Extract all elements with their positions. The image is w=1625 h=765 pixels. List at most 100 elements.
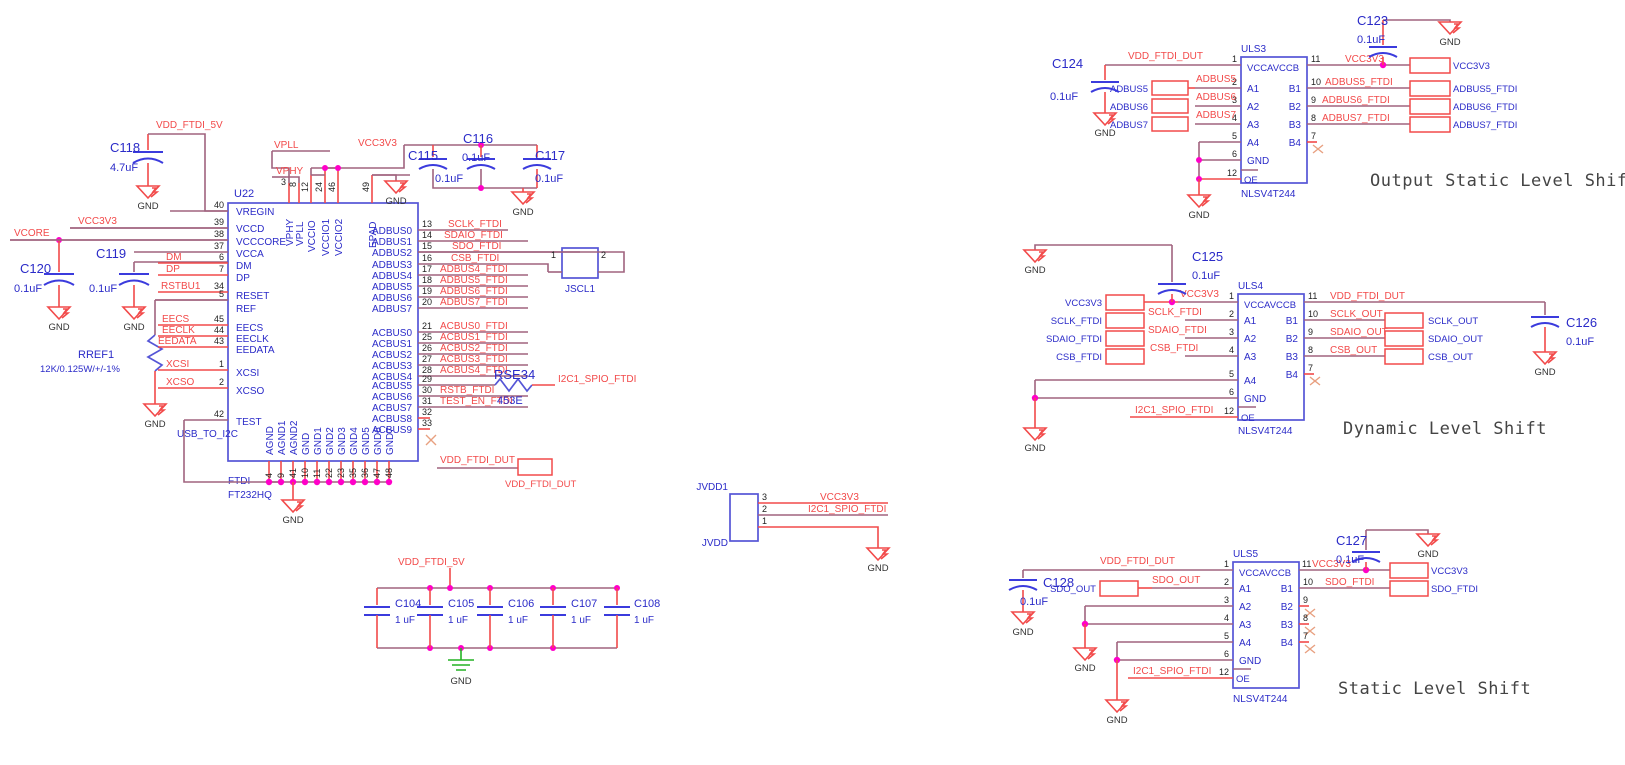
uls4-part: NLSV4T244 (1238, 426, 1293, 437)
pin-num: 29 (422, 374, 432, 384)
pin-name: GND5 (361, 427, 372, 455)
pin-num: 12 (1224, 406, 1234, 416)
pin-num: 4 (264, 473, 274, 478)
pin-num: 11 (1311, 54, 1320, 64)
pin-num: 7 (1311, 131, 1316, 141)
gnd-label: GND (512, 207, 533, 218)
net-label: VDD_FTDI_DUT (1100, 556, 1175, 567)
jvdd1-ref: JVDD1 (696, 482, 728, 493)
no-connect-icon (425, 434, 437, 446)
pin-num: 15 (422, 241, 432, 251)
no-connect-icon (1309, 376, 1321, 386)
net-label: ACBUS2_FTDI (440, 343, 508, 354)
pin-name: GND1 (313, 427, 324, 455)
net-label: VDD_FTDI_DUT (1128, 51, 1203, 62)
net-label: VDD_FTDI_DUT (440, 455, 515, 466)
net-label: XCSI (166, 359, 189, 370)
pin-num: 39 (214, 217, 224, 227)
pin-num: 12 (1227, 168, 1237, 178)
uls5-block: ULS5 NLSV4T244 VCCAVCCB 1 VDD_FTDI_DUT 2… (1023, 549, 1531, 726)
pin-num: 31 (422, 396, 432, 406)
no-connect-icon (1312, 144, 1324, 154)
c123-val: 0.1uF (1357, 34, 1385, 46)
pin-name: A4 (1239, 638, 1252, 649)
c105-val: 1 uF (448, 615, 468, 626)
cap-c126-group: GND C126 0.1uF (1530, 302, 1597, 378)
dynamic-title: Dynamic Level Shift (1343, 419, 1547, 439)
cap-c120-group: GND C120 0.1uF (14, 240, 75, 333)
pin-name: VCCA (236, 249, 264, 260)
net-label: I2C1_SPIO_FTDI (1135, 405, 1213, 416)
net-label: VCC3V3 (820, 492, 859, 503)
gnd-label: GND (385, 196, 406, 207)
port-label: VDD_FTDI_DUT (505, 479, 576, 490)
pin-num: 17 (422, 264, 432, 274)
vdd-ftdi-dut-port-group: VDD_FTDI_DUT VDD_FTDI_DUT (437, 455, 576, 490)
net-vphy-label: VPHY (276, 166, 304, 177)
pin-num: 38 (214, 229, 224, 239)
net-vcc3v3-label: VCC3V3 (358, 138, 397, 149)
c117-val: 0.1uF (535, 173, 563, 185)
cap-c124-group: GND C124 0.1uF (1050, 56, 1120, 139)
net-label: ADBUS5_FTDI (1325, 77, 1393, 88)
pin-num: 24 (314, 182, 324, 192)
u22-ref: U22 (234, 188, 254, 200)
pin-name: A2 (1247, 102, 1260, 113)
pin-name: ACBUS7 (372, 403, 412, 414)
pin-num: 9 (1311, 95, 1316, 105)
pin-name: A3 (1239, 620, 1252, 631)
pin-name: B1 (1289, 84, 1302, 95)
pin-num: 9 (1308, 327, 1313, 337)
pin-num: 36 (360, 468, 370, 478)
pin-name: AGND (265, 426, 276, 455)
net-label: SDO_FTDI (452, 241, 501, 252)
c127-val: 0.1uF (1336, 554, 1364, 566)
pin-num: 11 (312, 469, 322, 478)
net-label: ADBUS5 (1196, 74, 1236, 85)
pin-name: ADBUS7 (372, 304, 412, 315)
pin-num: 10 (1303, 577, 1313, 587)
pin-num: 1 (1229, 291, 1234, 301)
jscl1-ref: JSCL1 (565, 284, 595, 295)
pin-name: ADBUS5 (372, 282, 412, 293)
u22-right-acbus-pins: 21 ACBUS0 ACBUS0_FTDI 25 ACBUS1 ACBUS1_F… (372, 321, 528, 446)
gnd-label: GND (1106, 715, 1127, 726)
gnd-label: GND (1074, 663, 1095, 674)
u22-right-adbus-pins: 13 ADBUS0 SCLK_FTDI 14 ADBUS1 SDAIO_FTDI… (372, 219, 580, 315)
pin-name: GND (301, 433, 312, 455)
pin-num: 2 (219, 377, 224, 387)
pin-name: VCCIO (307, 220, 318, 252)
net-label: EECLK (162, 325, 195, 336)
pin-name: A1 (1244, 316, 1257, 327)
port-label: ADBUS7_FTDI (1453, 120, 1517, 131)
c119-ref: C119 (96, 246, 126, 261)
port-label: VCC3V3 (1065, 298, 1102, 309)
pin-num: 1 (219, 359, 224, 369)
net-label: ACBUS3_FTDI (440, 354, 508, 365)
jvdd1-group: JVDD1 JVDD 3 2 1 VCC3V3 I2C1_SPIO_FTDI G… (696, 482, 890, 574)
c104-val: 1 uF (395, 615, 415, 626)
static-title: Static Level Shift (1338, 679, 1531, 699)
pin-num: 20 (422, 297, 432, 307)
net-label: SCLK_FTDI (448, 219, 502, 230)
c125-val: 0.1uF (1192, 270, 1220, 282)
pin-name: ACBUS6 (372, 392, 412, 403)
net-vcore-label: VCORE (14, 228, 50, 239)
pin-num: 1 (1224, 559, 1229, 569)
pin-num: 10 (1308, 309, 1318, 319)
pin-name: VREGIN (236, 207, 274, 218)
pin-name: VCCIO1 (321, 218, 332, 256)
pin-num: 44 (214, 325, 224, 335)
net-i2c1-label: I2C1_SPIO_FTDI (558, 374, 636, 385)
uls3-ref: ULS3 (1241, 44, 1266, 55)
pin-name: A1 (1247, 84, 1260, 95)
pin-num: 3 (281, 177, 286, 187)
net-label: XCSO (166, 377, 195, 388)
pin-num: 7 (1303, 631, 1308, 641)
pin-name: B2 (1281, 602, 1294, 613)
uls5-part: NLSV4T244 (1233, 694, 1288, 705)
pin-name: ACBUS8 (372, 414, 412, 425)
net-label: ACBUS0_FTDI (440, 321, 508, 332)
pin-num: 6 (1232, 149, 1237, 159)
net-label: EEDATA (158, 336, 197, 347)
